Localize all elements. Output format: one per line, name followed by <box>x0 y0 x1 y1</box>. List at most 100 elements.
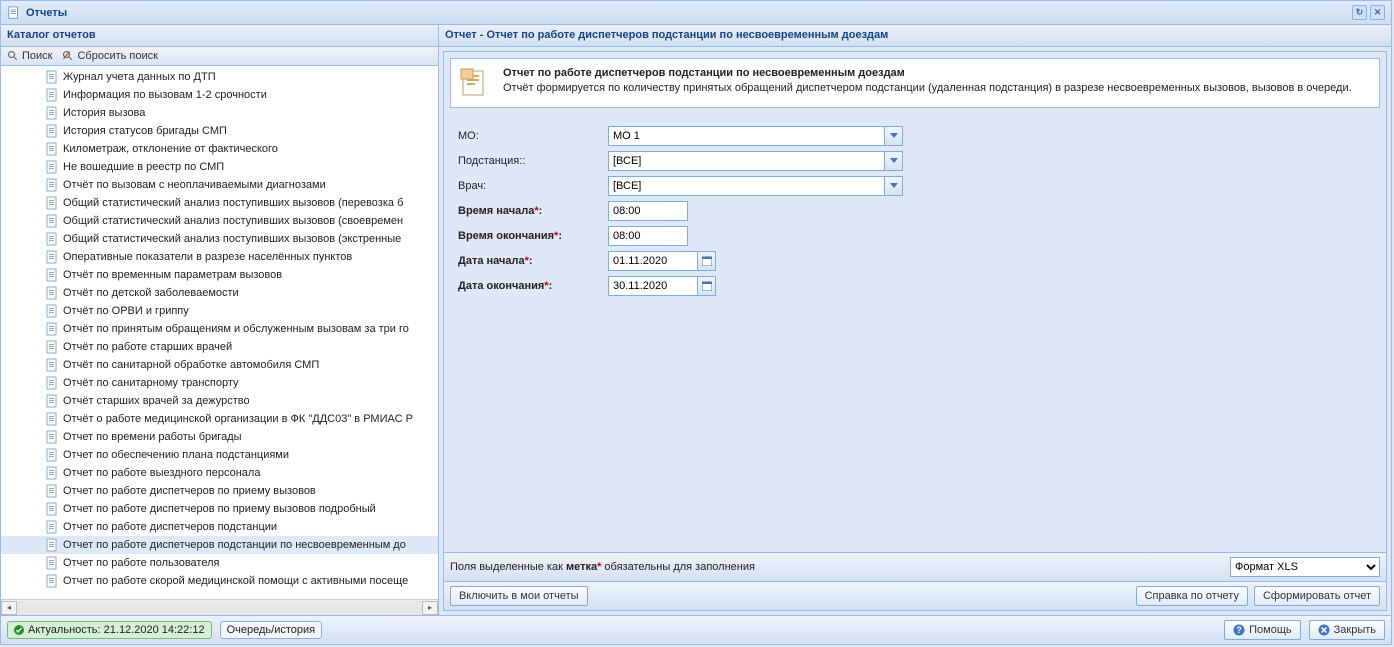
check-icon <box>14 625 24 635</box>
search-button[interactable]: Поиск <box>7 50 52 62</box>
help-icon: ? <box>1233 624 1245 636</box>
mo-select[interactable] <box>608 126 885 146</box>
tree-item[interactable]: Отчет по работе скорой медицинской помощ… <box>1 572 438 590</box>
reset-search-button[interactable]: Сбросить поиск <box>62 50 157 62</box>
substation-select-trigger[interactable] <box>885 151 903 171</box>
tree-item-label: Общий статистический анализ поступивших … <box>63 197 403 209</box>
start-date-calendar-button[interactable] <box>698 251 716 271</box>
tree-item[interactable]: Общий статистический анализ поступивших … <box>1 194 438 212</box>
actuality-status[interactable]: Актуальность: 21.12.2020 14:22:12 <box>7 621 212 639</box>
doctor-select-trigger[interactable] <box>885 176 903 196</box>
report-help-button[interactable]: Справка по отчету <box>1136 586 1248 606</box>
tree-item-label: Отчёт старших врачей за дежурство <box>63 395 250 407</box>
document-icon <box>45 358 59 372</box>
tree-item-label: Не вошедшие в реестр по СМП <box>63 161 224 173</box>
document-icon <box>45 304 59 318</box>
close-window-button[interactable]: ✕ <box>1370 5 1385 20</box>
tree-item[interactable]: Отчёт по ОРВИ и гриппу <box>1 302 438 320</box>
document-icon <box>45 214 59 228</box>
reset-search-icon <box>62 50 74 62</box>
document-icon <box>45 124 59 138</box>
substation-label: Подстанция:: <box>458 155 608 167</box>
tree-item[interactable]: Отчёт по принятым обращениям и обслуженн… <box>1 320 438 338</box>
tree-item[interactable]: Отчет по работе диспетчеров подстанции п… <box>1 536 438 554</box>
tree-item[interactable]: Не вошедшие в реестр по СМП <box>1 158 438 176</box>
tree-item[interactable]: Отчет по обеспечению плана подстанциями <box>1 446 438 464</box>
include-in-my-reports-button[interactable]: Включить в мои отчеты <box>450 586 588 606</box>
tree-item-label: Общий статистический анализ поступивших … <box>63 215 403 227</box>
format-select[interactable]: Формат XLS <box>1230 557 1380 577</box>
document-icon <box>45 574 59 588</box>
horizontal-scrollbar[interactable]: ◂ ▸ <box>1 599 438 615</box>
tree-item[interactable]: Общий статистический анализ поступивших … <box>1 212 438 230</box>
report-header: Отчет - Отчет по работе диспетчеров подс… <box>439 25 1391 47</box>
queue-history-button[interactable]: Очередь/история <box>220 621 323 639</box>
scroll-track[interactable] <box>17 601 422 615</box>
end-date-input[interactable] <box>608 276 698 296</box>
tree-item-label: Журнал учета данных по ДТП <box>63 71 216 83</box>
doctor-select[interactable] <box>608 176 885 196</box>
substation-select[interactable] <box>608 151 885 171</box>
tree-item[interactable]: Информация по вызовам 1-2 срочности <box>1 86 438 104</box>
tree-item-label: Отчет по работе диспетчеров по приему вы… <box>63 485 316 497</box>
calendar-icon <box>702 281 712 291</box>
tree-item-label: Отчет по работе пользователя <box>63 557 219 569</box>
end-date-label: Дата окончания*: <box>458 280 608 292</box>
tree-item[interactable]: Отчет по работе диспетчеров подстанции <box>1 518 438 536</box>
tree-item[interactable]: Отчёт по вызовам с неоплачиваемыми диагн… <box>1 176 438 194</box>
scroll-right-button[interactable]: ▸ <box>422 601 438 615</box>
start-time-label: Время начала*: <box>458 205 608 217</box>
start-time-input[interactable] <box>608 201 688 221</box>
help-button[interactable]: ? Помощь <box>1224 620 1301 640</box>
document-icon <box>45 394 59 408</box>
tree-item[interactable]: Общий статистический анализ поступивших … <box>1 230 438 248</box>
generate-report-button[interactable]: Сформировать отчет <box>1254 586 1380 606</box>
reset-search-label: Сбросить поиск <box>77 50 157 62</box>
report-info-box: Отчет по работе диспетчеров подстанции п… <box>450 58 1380 108</box>
tree-item[interactable]: Километраж, отклонение от фактического <box>1 140 438 158</box>
tree-item[interactable]: История статусов бригады СМП <box>1 122 438 140</box>
mo-label: МО: <box>458 130 608 142</box>
tree-item[interactable]: Отчет по работе выездного персонала <box>1 464 438 482</box>
tree-item-label: Отчет по работе диспетчеров подстанции <box>63 521 277 533</box>
tree-item-label: Отчёт по санитарной обработке автомобиля… <box>63 359 319 371</box>
start-date-input[interactable] <box>608 251 698 271</box>
tree-item[interactable]: Отчёт о работе медицинской организации в… <box>1 410 438 428</box>
document-icon <box>45 340 59 354</box>
chevron-down-icon <box>890 132 898 140</box>
tree-item[interactable]: История вызова <box>1 104 438 122</box>
document-icon <box>45 502 59 516</box>
tree-item[interactable]: Отчёт по временным параметрам вызовов <box>1 266 438 284</box>
tree-item[interactable]: Отчёт по детской заболеваемости <box>1 284 438 302</box>
tree-item[interactable]: Отчёт по работе старших врачей <box>1 338 438 356</box>
mo-select-trigger[interactable] <box>885 126 903 146</box>
document-icon <box>45 376 59 390</box>
window-title-bar: Отчеты ↻ ✕ <box>1 1 1391 25</box>
end-date-calendar-button[interactable] <box>698 276 716 296</box>
start-date-label: Дата начала*: <box>458 255 608 267</box>
tree-item-label: Отчет по работе выездного персонала <box>63 467 260 479</box>
tree-item[interactable]: Оперативные показатели в разрезе населён… <box>1 248 438 266</box>
tree-item[interactable]: Отчет по времени работы бригады <box>1 428 438 446</box>
tree-item[interactable]: Отчёт старших врачей за дежурство <box>1 392 438 410</box>
report-info-title: Отчет по работе диспетчеров подстанции п… <box>503 67 1352 79</box>
document-icon <box>45 430 59 444</box>
end-time-label: Время окончания*: <box>458 230 608 242</box>
tree-item[interactable]: Отчёт по санитарной обработке автомобиля… <box>1 356 438 374</box>
chevron-down-icon <box>890 182 898 190</box>
tree-item-label: Отчет по работе скорой медицинской помощ… <box>63 575 408 587</box>
tree-item[interactable]: Отчет по работе диспетчеров по приему вы… <box>1 482 438 500</box>
tree-item[interactable]: Отчёт по санитарному транспорту <box>1 374 438 392</box>
tree-item[interactable]: Отчет по работе пользователя <box>1 554 438 572</box>
report-tree[interactable]: Журнал учета данных по ДТП Информация по … <box>1 66 438 599</box>
document-icon <box>45 250 59 264</box>
tree-item-label: Отчёт по детской заболеваемости <box>63 287 239 299</box>
scroll-left-button[interactable]: ◂ <box>1 601 17 615</box>
end-time-input[interactable] <box>608 226 688 246</box>
tree-item-label: Отчет по работе диспетчеров подстанции п… <box>63 539 406 551</box>
refresh-button[interactable]: ↻ <box>1352 5 1367 20</box>
document-icon <box>45 286 59 300</box>
tree-item[interactable]: Отчет по работе диспетчеров по приему вы… <box>1 500 438 518</box>
tree-item[interactable]: Журнал учета данных по ДТП <box>1 68 438 86</box>
close-button[interactable]: Закрыть <box>1309 620 1385 640</box>
